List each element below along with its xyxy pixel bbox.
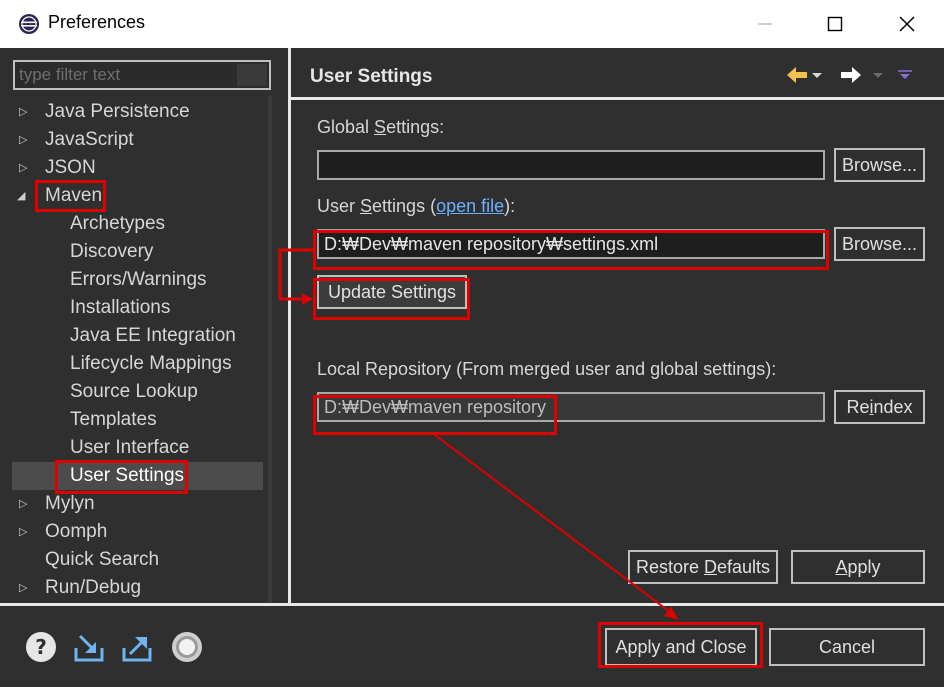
cancel-button[interactable]: Cancel: [769, 628, 925, 666]
user-settings-field[interactable]: D:₩Dev₩maven repository₩settings.xml: [317, 229, 825, 259]
tree-item-oomph[interactable]: Oomph: [45, 519, 107, 545]
tree-item-javascript[interactable]: JavaScript: [45, 127, 134, 153]
title-bar: Preferences: [0, 0, 944, 48]
filter-input[interactable]: [15, 62, 235, 88]
close-icon: [899, 16, 915, 32]
local-repository-field: D:₩Dev₩maven repository: [317, 392, 825, 422]
back-menu-chevron-down-icon[interactable]: [812, 73, 822, 78]
tree-item-mylyn[interactable]: Mylyn: [45, 491, 95, 517]
forward-menu-chevron-down-icon[interactable]: [873, 73, 883, 78]
close-button[interactable]: [887, 8, 927, 40]
minimize-icon: [758, 23, 772, 25]
tree-item-templates[interactable]: Templates: [70, 407, 157, 433]
tree-item-user-interface[interactable]: User Interface: [70, 435, 189, 461]
import-icon[interactable]: [72, 630, 106, 664]
tree-item-json[interactable]: JSON: [45, 155, 96, 181]
eclipse-logo-icon: [19, 14, 39, 34]
preference-tree-panel: ▷ Java Persistence ▷ JavaScript ▷ JSON ◢…: [0, 48, 288, 603]
expand-arrow-icon[interactable]: ▷: [19, 519, 31, 545]
maximize-button[interactable]: [815, 8, 855, 40]
tree-item-java-persistence[interactable]: Java Persistence: [45, 99, 190, 125]
view-menu-icon[interactable]: [898, 70, 912, 79]
svg-text:?: ?: [35, 635, 47, 659]
page-title: User Settings: [310, 66, 433, 87]
global-browse-button[interactable]: Browse...: [834, 148, 925, 182]
expand-arrow-icon[interactable]: ▷: [19, 127, 31, 153]
minimize-button[interactable]: [745, 8, 785, 40]
tree-scrollbar[interactable]: [268, 96, 272, 603]
maximize-icon: [827, 16, 843, 32]
tree-item-archetypes[interactable]: Archetypes: [70, 211, 165, 237]
user-settings-label: User Settings (open file):: [317, 196, 516, 216]
expand-arrow-icon[interactable]: ▷: [19, 575, 31, 601]
expand-arrow-icon[interactable]: ▷: [19, 99, 31, 125]
tree-item-lifecycle-mappings[interactable]: Lifecycle Mappings: [70, 351, 232, 377]
page-content: Global Settings: Browse... User Settings…: [291, 103, 944, 603]
local-repository-label: Local Repository (From merged user and g…: [317, 359, 777, 379]
tree-item-installations[interactable]: Installations: [70, 295, 170, 321]
page-header: User Settings: [291, 48, 944, 100]
expand-arrow-icon[interactable]: ▷: [19, 155, 31, 181]
export-icon[interactable]: [120, 630, 154, 664]
preferences-body: ▷ Java Persistence ▷ JavaScript ▷ JSON ◢…: [0, 48, 944, 603]
back-arrow-icon[interactable]: [787, 67, 807, 83]
tree-item-source-lookup[interactable]: Source Lookup: [70, 379, 198, 405]
tree-item-user-settings[interactable]: User Settings: [70, 463, 184, 489]
global-settings-field[interactable]: [317, 150, 825, 180]
expand-arrow-icon[interactable]: ▷: [19, 491, 31, 517]
filter-clear-area: [237, 64, 267, 86]
global-settings-label: Global Settings:: [317, 117, 445, 137]
update-settings-button[interactable]: Update Settings: [317, 275, 467, 309]
apply-button[interactable]: Apply: [791, 550, 925, 584]
preference-page: User Settings Global Settings: Browse...…: [291, 48, 944, 603]
collapse-arrow-icon[interactable]: ◢: [17, 183, 29, 209]
window-title: Preferences: [48, 12, 146, 32]
filter-box[interactable]: [13, 60, 271, 90]
tree-item-errors-warnings[interactable]: Errors/Warnings: [70, 267, 207, 293]
tree-item-maven[interactable]: Maven: [45, 183, 102, 209]
preference-tree: ▷ Java Persistence ▷ JavaScript ▷ JSON ◢…: [0, 96, 270, 603]
open-file-link[interactable]: open file: [436, 196, 504, 216]
user-browse-button[interactable]: Browse...: [834, 227, 925, 261]
reindex-button[interactable]: Reindex: [834, 390, 925, 424]
dialog-footer: ? Apply and Close Cancel: [0, 603, 944, 687]
tree-item-quick-search[interactable]: Quick Search: [45, 547, 159, 573]
tree-item-discovery[interactable]: Discovery: [70, 239, 153, 265]
help-icon[interactable]: ?: [24, 630, 58, 664]
tree-item-run-debug[interactable]: Run/Debug: [45, 575, 141, 601]
forward-arrow-icon[interactable]: [841, 67, 861, 83]
page-navigation: [787, 67, 912, 83]
tree-item-java-ee-integration[interactable]: Java EE Integration: [70, 323, 236, 349]
record-icon[interactable]: [170, 630, 204, 664]
apply-and-close-button[interactable]: Apply and Close: [605, 628, 757, 666]
restore-defaults-button[interactable]: Restore Defaults: [628, 550, 778, 584]
